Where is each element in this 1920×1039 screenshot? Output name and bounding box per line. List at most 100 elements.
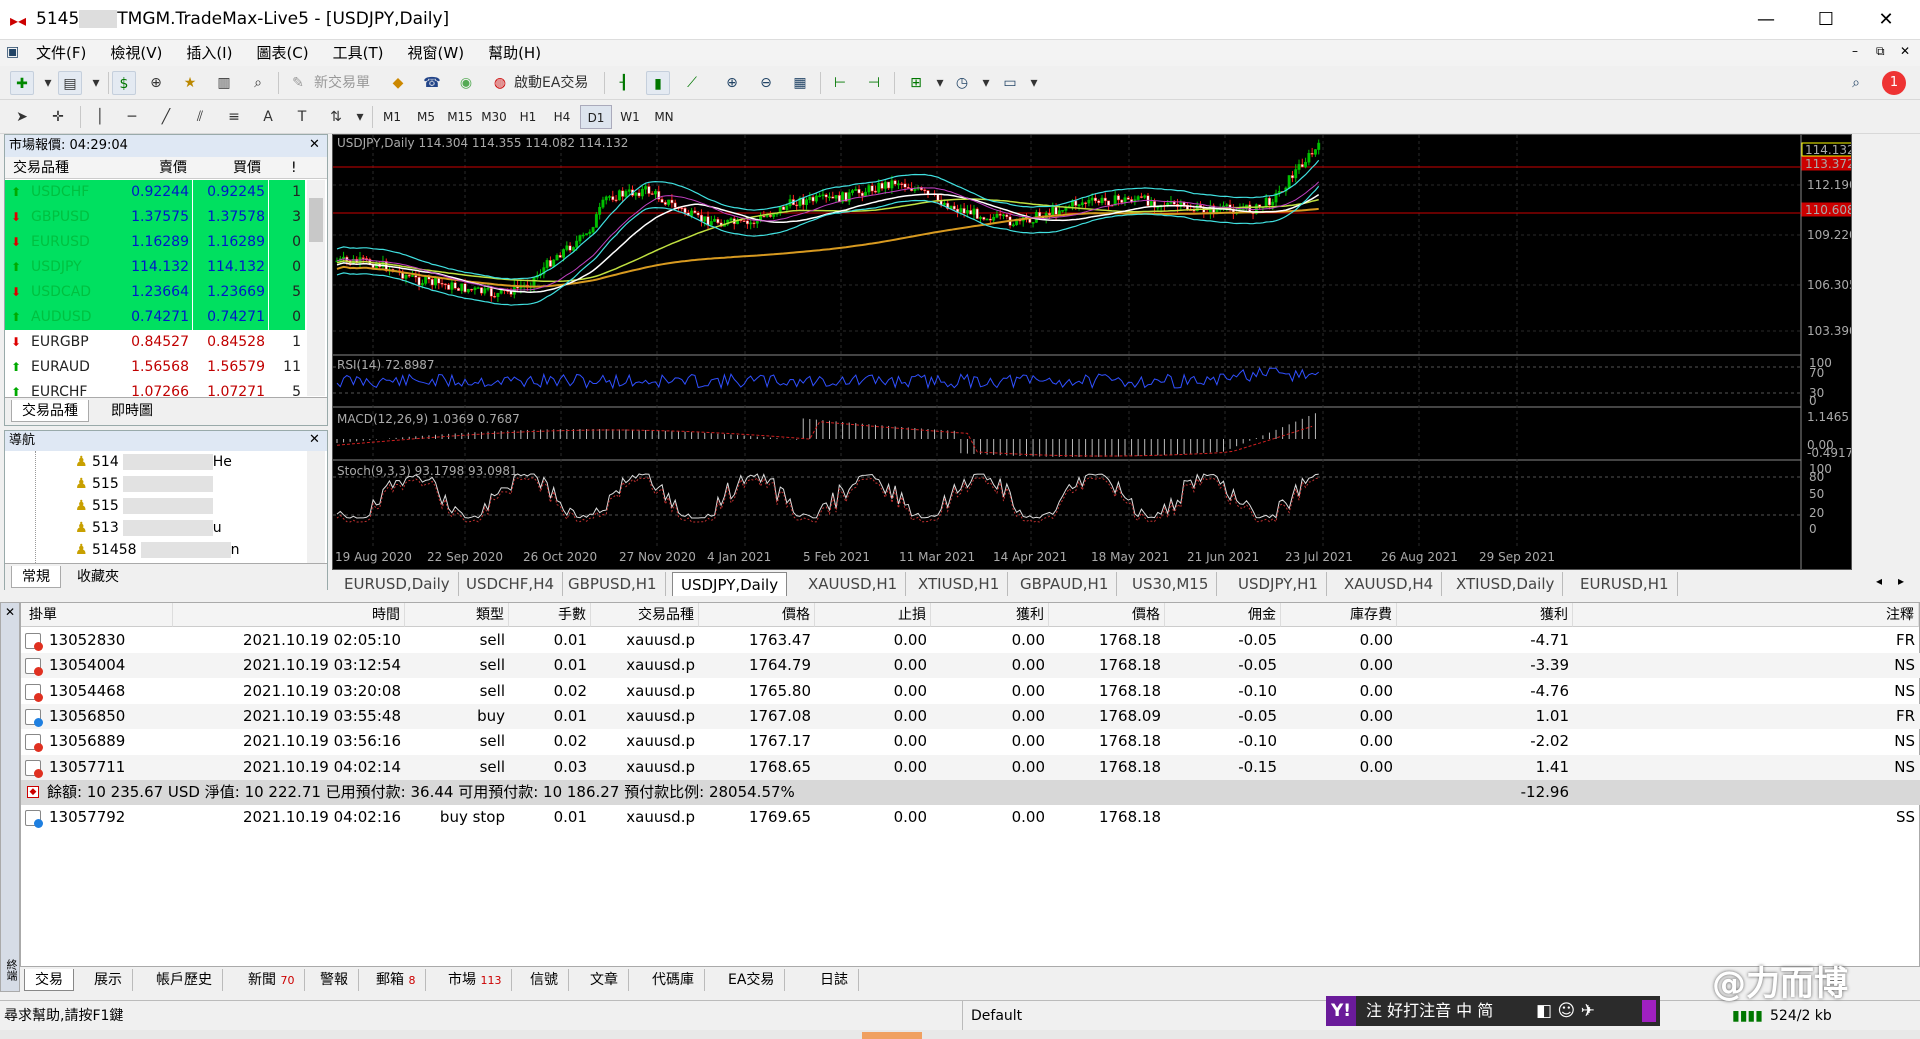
order-row[interactable]: 13056850 2021.10.19 03:55:48 buy 0.01 xauusd…: [21, 703, 1920, 729]
terminal-close-icon[interactable]: ✕: [5, 605, 15, 619]
menu-help[interactable]: 幫助(H): [476, 40, 553, 66]
timeframe-mn[interactable]: MN: [648, 105, 680, 129]
metaeditor-icon[interactable]: ◆: [386, 71, 410, 95]
tab-tick-chart[interactable]: 即時圖: [101, 400, 163, 422]
menu-view[interactable]: 檢視(V): [98, 40, 174, 66]
profiles-icon[interactable]: ▤: [58, 71, 82, 95]
chart-tab[interactable]: XTIUSD,Daily: [1448, 572, 1564, 596]
market-watch-row[interactable]: EURGBP ⬇ 0.84527 0.84528 1: [5, 330, 305, 355]
column-header[interactable]: 庫存費: [1281, 603, 1397, 627]
terminal-tab[interactable]: 市場 113: [438, 969, 513, 991]
periods-dropdown-icon[interactable]: ▾: [974, 71, 998, 95]
status-profile[interactable]: Default: [962, 1001, 1118, 1031]
child-restore-button[interactable]: ⧉: [1876, 44, 1885, 59]
notifications-badge[interactable]: 1: [1882, 71, 1906, 95]
market-watch-row[interactable]: EURAUD ⬆ 1.56568 1.56579 11: [5, 355, 305, 380]
line-chart-icon[interactable]: ⟋: [680, 71, 704, 95]
order-row[interactable]: 13057711 2021.10.19 04:02:14 sell 0.03 xauus…: [21, 754, 1920, 780]
navigator-account-item[interactable]: ♟ 515: [75, 473, 213, 495]
column-header[interactable]: 掛單: [21, 603, 173, 627]
terminal-tab[interactable]: 新聞 70: [238, 969, 306, 991]
column-symbol[interactable]: 交易品種: [13, 157, 69, 179]
navigator-account-item[interactable]: ♟ 513 u: [75, 517, 222, 539]
timeframe-h4[interactable]: H4: [546, 105, 578, 129]
signals-icon[interactable]: ☎: [420, 71, 444, 95]
bar-chart-icon[interactable]: ┨: [612, 71, 636, 95]
tester-icon[interactable]: ⌕: [246, 71, 270, 95]
navigator-account-item[interactable]: ♟ 51458 n: [75, 539, 239, 561]
chart-canvas[interactable]: USDJPY,Daily 114.304 114.355 114.082 114…: [333, 135, 1851, 569]
market-watch-row[interactable]: EURCHF ⬆ 1.07266 1.07271 5: [5, 380, 305, 396]
terminal-tab[interactable]: 展示: [84, 969, 133, 991]
new-chart-dropdown-icon[interactable]: ▾: [36, 71, 60, 95]
navigator-account-item[interactable]: ♟ 514 He: [75, 451, 232, 473]
market-watch-row[interactable]: EURUSD ⬇ 1.16289 1.16289 0: [5, 230, 305, 255]
market-watch-icon[interactable]: $: [112, 71, 136, 95]
new-order-icon[interactable]: ✎: [286, 71, 310, 95]
vps-icon[interactable]: ◉: [454, 71, 478, 95]
chart-tab[interactable]: XAUUSD,H4: [1336, 572, 1443, 596]
market-watch-row[interactable]: AUDUSD ⬆ 0.74271 0.74271 0: [5, 305, 305, 330]
column-header[interactable]: 佣金: [1165, 603, 1281, 627]
chart-tab[interactable]: GBPAUD,H1: [1012, 572, 1118, 596]
menu-charts[interactable]: 圖表(C): [244, 40, 320, 66]
column-header[interactable]: 手數: [509, 603, 591, 627]
fibonacci-icon[interactable]: ≡: [222, 105, 246, 129]
column-header[interactable]: 價格: [699, 603, 815, 627]
market-watch-scrollbar[interactable]: [307, 180, 325, 396]
chart-tab[interactable]: XTIUSD,H1: [910, 572, 1009, 596]
market-watch-row[interactable]: USDJPY ⬆ 114.132 114.132 0: [5, 255, 305, 280]
menu-file[interactable]: 文件(F): [24, 40, 98, 66]
periods-icon[interactable]: ◷: [950, 71, 974, 95]
crosshair-tool-icon[interactable]: ✛: [46, 105, 70, 129]
column-header[interactable]: 獲利: [931, 603, 1049, 627]
tab-common[interactable]: 常規: [11, 566, 61, 588]
horizontal-line-icon[interactable]: ─: [120, 105, 144, 129]
tab-favorites[interactable]: 收藏夾: [67, 566, 129, 588]
column-header[interactable]: 時間: [173, 603, 405, 627]
column-header[interactable]: 獲利: [1397, 603, 1573, 627]
vertical-line-icon[interactable]: │: [88, 105, 112, 129]
indicators-icon[interactable]: ⊞: [904, 71, 928, 95]
child-minimize-button[interactable]: –: [1852, 44, 1858, 58]
new-order-button[interactable]: 新交易單: [314, 71, 370, 95]
navigator-account-item[interactable]: ♟ 515: [75, 495, 213, 517]
chart-shift-icon[interactable]: ⊣: [862, 71, 886, 95]
channel-icon[interactable]: ⫽: [188, 105, 212, 129]
auto-scroll-icon[interactable]: ⊢: [828, 71, 852, 95]
ime-toolbar[interactable]: Y! 注 好打注音 中 简 ◧ ☺ ✈: [1326, 996, 1660, 1026]
chart-tab[interactable]: EURUSD,H1: [1572, 572, 1678, 596]
timeframe-d1[interactable]: D1: [580, 105, 612, 129]
menu-window[interactable]: 視窗(W): [396, 40, 477, 66]
order-row[interactable]: 13056889 2021.10.19 03:56:16 sell 0.02 xauus…: [21, 729, 1920, 754]
terminal-tab[interactable]: 交易: [24, 969, 74, 991]
chart-tab[interactable]: USDJPY,H1: [1230, 572, 1327, 596]
timeframe-m30[interactable]: M30: [478, 105, 510, 129]
terminal-tab[interactable]: EA交易: [718, 969, 786, 991]
arrows-dropdown-icon[interactable]: ▾: [348, 105, 372, 129]
terminal-tab[interactable]: 郵箱 8: [366, 969, 427, 991]
column-header[interactable]: 價格: [1049, 603, 1165, 627]
timeframe-w1[interactable]: W1: [614, 105, 646, 129]
chart-tab[interactable]: GBPUSD,H1: [560, 572, 666, 596]
timeframe-m1[interactable]: M1: [376, 105, 408, 129]
indicators-dropdown-icon[interactable]: ▾: [928, 71, 952, 95]
order-row[interactable]: 13057792 2021.10.19 04:02:16 buy stop 0.01 x…: [21, 805, 1920, 830]
menu-tools[interactable]: 工具(T): [321, 40, 396, 66]
tab-symbols[interactable]: 交易品種: [11, 400, 89, 422]
navigator-scrollbar[interactable]: [307, 451, 325, 565]
child-close-button[interactable]: ✕: [1900, 44, 1910, 58]
tabs-scroll-left-icon[interactable]: ◂: [1876, 574, 1882, 588]
column-header[interactable]: 類型: [405, 603, 509, 627]
search-icon[interactable]: ⌕: [1844, 71, 1868, 95]
order-row[interactable]: 13052830 2021.10.19 02:05:10 sell 0.01 xauus…: [21, 628, 1920, 653]
column-header[interactable]: 交易品種: [591, 603, 699, 627]
terminal-tab[interactable]: 警報: [310, 969, 359, 991]
cursor-icon[interactable]: ➤: [10, 105, 34, 129]
arrows-icon[interactable]: ⇅: [324, 105, 348, 129]
trendline-icon[interactable]: ╱: [154, 105, 178, 129]
menu-insert[interactable]: 插入(I): [174, 40, 244, 66]
order-row[interactable]: 13054468 2021.10.19 03:20:08 sell 0.02 xauus…: [21, 679, 1920, 704]
price-chart[interactable]: USDJPY,Daily 114.304 114.355 114.082 114…: [332, 134, 1852, 570]
timeframe-m5[interactable]: M5: [410, 105, 442, 129]
